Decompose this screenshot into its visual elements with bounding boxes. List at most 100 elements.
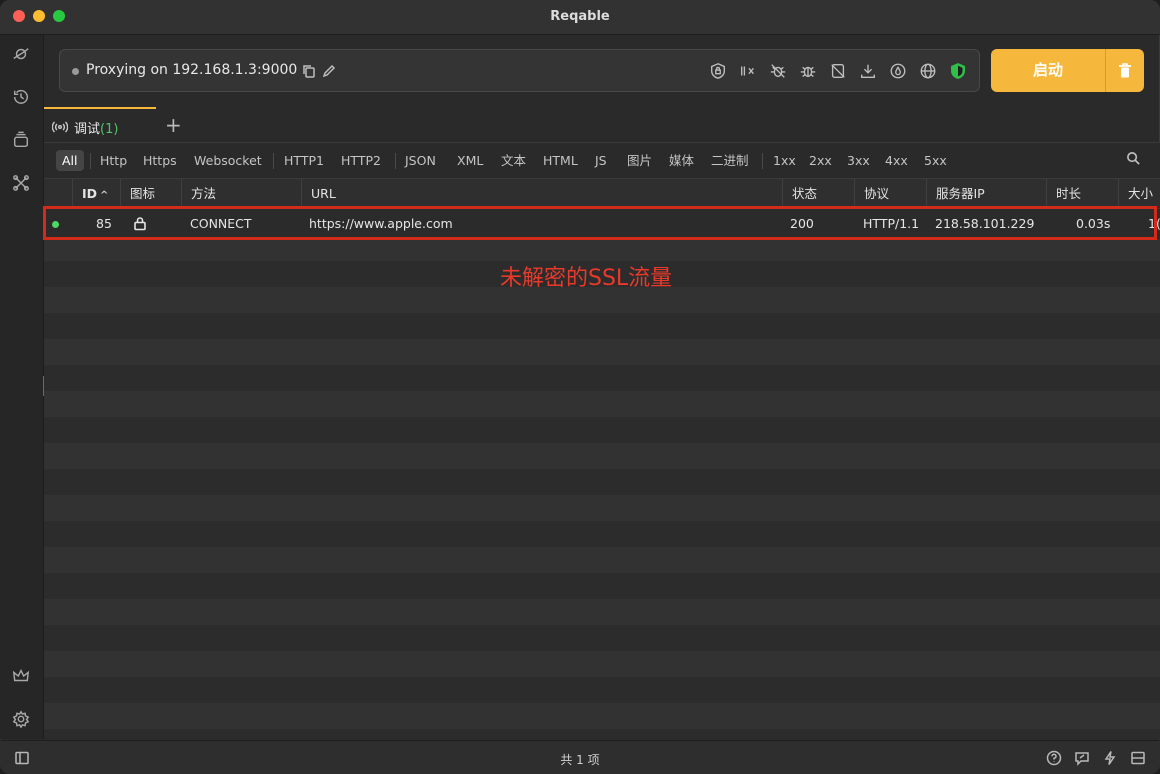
request-count: 共 1 项 bbox=[560, 753, 600, 767]
row-duration: 0.03s bbox=[1076, 216, 1111, 231]
drop-icon[interactable] bbox=[888, 61, 908, 81]
lock-icon bbox=[133, 216, 147, 231]
filter-http2[interactable]: HTTP2 bbox=[341, 150, 381, 171]
row-protocol: HTTP/1.1 bbox=[863, 216, 920, 231]
empty-row bbox=[44, 339, 1160, 365]
download-icon[interactable] bbox=[858, 61, 878, 81]
help-icon[interactable] bbox=[1046, 750, 1062, 766]
table-row[interactable]: 85 CONNECT https://www.apple.com 200 HTT… bbox=[44, 209, 1160, 239]
mute-icon[interactable] bbox=[738, 61, 758, 81]
empty-row bbox=[44, 625, 1160, 651]
empty-row bbox=[44, 651, 1160, 677]
filter-separator bbox=[90, 153, 91, 169]
feedback-icon[interactable] bbox=[1074, 750, 1090, 766]
empty-row bbox=[44, 547, 1160, 573]
filter-binary[interactable]: 二进制 bbox=[711, 150, 749, 171]
filter-bar: All Http Https Websocket HTTP1 HTTP2 JSO… bbox=[44, 143, 1160, 178]
app-window: Reqable Proxying on 192.168.1.3:9000 启动 … bbox=[0, 0, 1160, 774]
layers-icon[interactable] bbox=[10, 129, 32, 151]
proxy-status-dot bbox=[72, 68, 79, 75]
column-header-duration[interactable]: 时长 bbox=[1046, 179, 1118, 209]
empty-row bbox=[44, 599, 1160, 625]
planet-icon[interactable] bbox=[10, 43, 32, 65]
edit-icon[interactable] bbox=[322, 63, 336, 78]
row-status-dot bbox=[52, 221, 59, 228]
filter-http[interactable]: Http bbox=[100, 150, 127, 171]
search-icon[interactable] bbox=[1126, 151, 1142, 167]
globe-icon[interactable] bbox=[918, 61, 938, 81]
row-id: 85 bbox=[96, 216, 112, 231]
annotation-text: 未解密的SSL流量 bbox=[500, 266, 673, 291]
filter-separator bbox=[762, 153, 763, 169]
filter-http1[interactable]: HTTP1 bbox=[284, 150, 324, 171]
crown-icon[interactable] bbox=[10, 665, 32, 687]
column-header-server-ip[interactable]: 服务器IP bbox=[926, 179, 1046, 209]
broadcast-icon bbox=[51, 119, 69, 133]
empty-row bbox=[44, 677, 1160, 703]
empty-row bbox=[44, 469, 1160, 495]
start-button[interactable]: 启动 bbox=[991, 49, 1144, 92]
panel-layout-icon[interactable] bbox=[1130, 750, 1146, 766]
filter-https[interactable]: Https bbox=[143, 150, 177, 171]
trash-icon[interactable] bbox=[1117, 62, 1133, 79]
filter-2xx[interactable]: 2xx bbox=[809, 150, 832, 171]
empty-row bbox=[44, 313, 1160, 339]
filter-js[interactable]: JS bbox=[595, 150, 607, 171]
column-header-id-label: ID bbox=[82, 186, 98, 201]
empty-row bbox=[44, 417, 1160, 443]
empty-row bbox=[44, 443, 1160, 469]
tools-icon[interactable] bbox=[10, 172, 32, 194]
copy-icon[interactable] bbox=[302, 63, 316, 78]
green-shield-icon[interactable] bbox=[948, 61, 968, 81]
start-button-divider bbox=[1105, 49, 1106, 92]
settings-icon[interactable] bbox=[10, 708, 32, 730]
empty-row bbox=[44, 495, 1160, 521]
filter-image[interactable]: 图片 bbox=[627, 150, 652, 171]
column-header-url[interactable]: URL bbox=[301, 179, 782, 209]
no-bug-icon[interactable] bbox=[768, 61, 788, 81]
proxy-status-text: Proxying on 192.168.1.3:9000 bbox=[86, 62, 298, 78]
row-url: https://www.apple.com bbox=[309, 216, 453, 231]
history-icon[interactable] bbox=[10, 86, 32, 108]
filter-3xx[interactable]: 3xx bbox=[847, 150, 870, 171]
filter-xml[interactable]: XML bbox=[457, 150, 483, 171]
filter-separator bbox=[273, 153, 274, 169]
filter-5xx[interactable]: 5xx bbox=[924, 150, 947, 171]
start-button-label: 启动 bbox=[1032, 61, 1063, 79]
sort-ascending-icon: ^ bbox=[100, 190, 109, 201]
filter-1xx[interactable]: 1xx bbox=[773, 150, 796, 171]
column-header-protocol[interactable]: 协议 bbox=[854, 179, 926, 209]
filter-text[interactable]: 文本 bbox=[501, 150, 526, 171]
table-header: ID ^ 图标 方法 URL 状态 协议 服务器IP 时长 大小 bbox=[44, 178, 1160, 209]
empty-row bbox=[44, 365, 1160, 391]
row-status: 200 bbox=[790, 216, 814, 231]
empty-row bbox=[44, 391, 1160, 417]
status-bar: 共 1 项 bbox=[0, 740, 1160, 774]
filter-4xx[interactable]: 4xx bbox=[885, 150, 908, 171]
filter-json[interactable]: JSON bbox=[405, 150, 436, 171]
column-header-method[interactable]: 方法 bbox=[181, 179, 301, 209]
column-header-icon[interactable]: 图标 bbox=[120, 179, 181, 209]
title-bar: Reqable bbox=[0, 0, 1160, 35]
empty-row bbox=[44, 573, 1160, 599]
shield-lock-icon[interactable] bbox=[708, 61, 728, 81]
bug-icon[interactable] bbox=[798, 61, 818, 81]
window-title: Reqable bbox=[550, 9, 610, 24]
filter-html[interactable]: HTML bbox=[543, 150, 578, 171]
filter-websocket[interactable]: Websocket bbox=[194, 150, 262, 171]
tab-debug[interactable]: 调试(1) bbox=[44, 107, 156, 143]
empty-row bbox=[44, 729, 1160, 739]
resize-handle[interactable] bbox=[43, 376, 44, 396]
tab-debug-count: (1) bbox=[100, 122, 119, 137]
filter-media[interactable]: 媒体 bbox=[669, 150, 694, 171]
lightning-icon[interactable] bbox=[1102, 750, 1118, 766]
add-tab-button[interactable]: + bbox=[165, 113, 182, 137]
empty-row bbox=[44, 521, 1160, 547]
column-header-status[interactable]: 状态 bbox=[782, 179, 854, 209]
no-doc-icon[interactable] bbox=[828, 61, 848, 81]
column-header-id[interactable]: ID ^ bbox=[72, 179, 120, 209]
proxy-status-bar: Proxying on 192.168.1.3:9000 bbox=[59, 49, 980, 92]
left-sidebar bbox=[0, 35, 44, 739]
column-header-size[interactable]: 大小 bbox=[1118, 179, 1160, 209]
filter-all[interactable]: All bbox=[56, 150, 84, 171]
